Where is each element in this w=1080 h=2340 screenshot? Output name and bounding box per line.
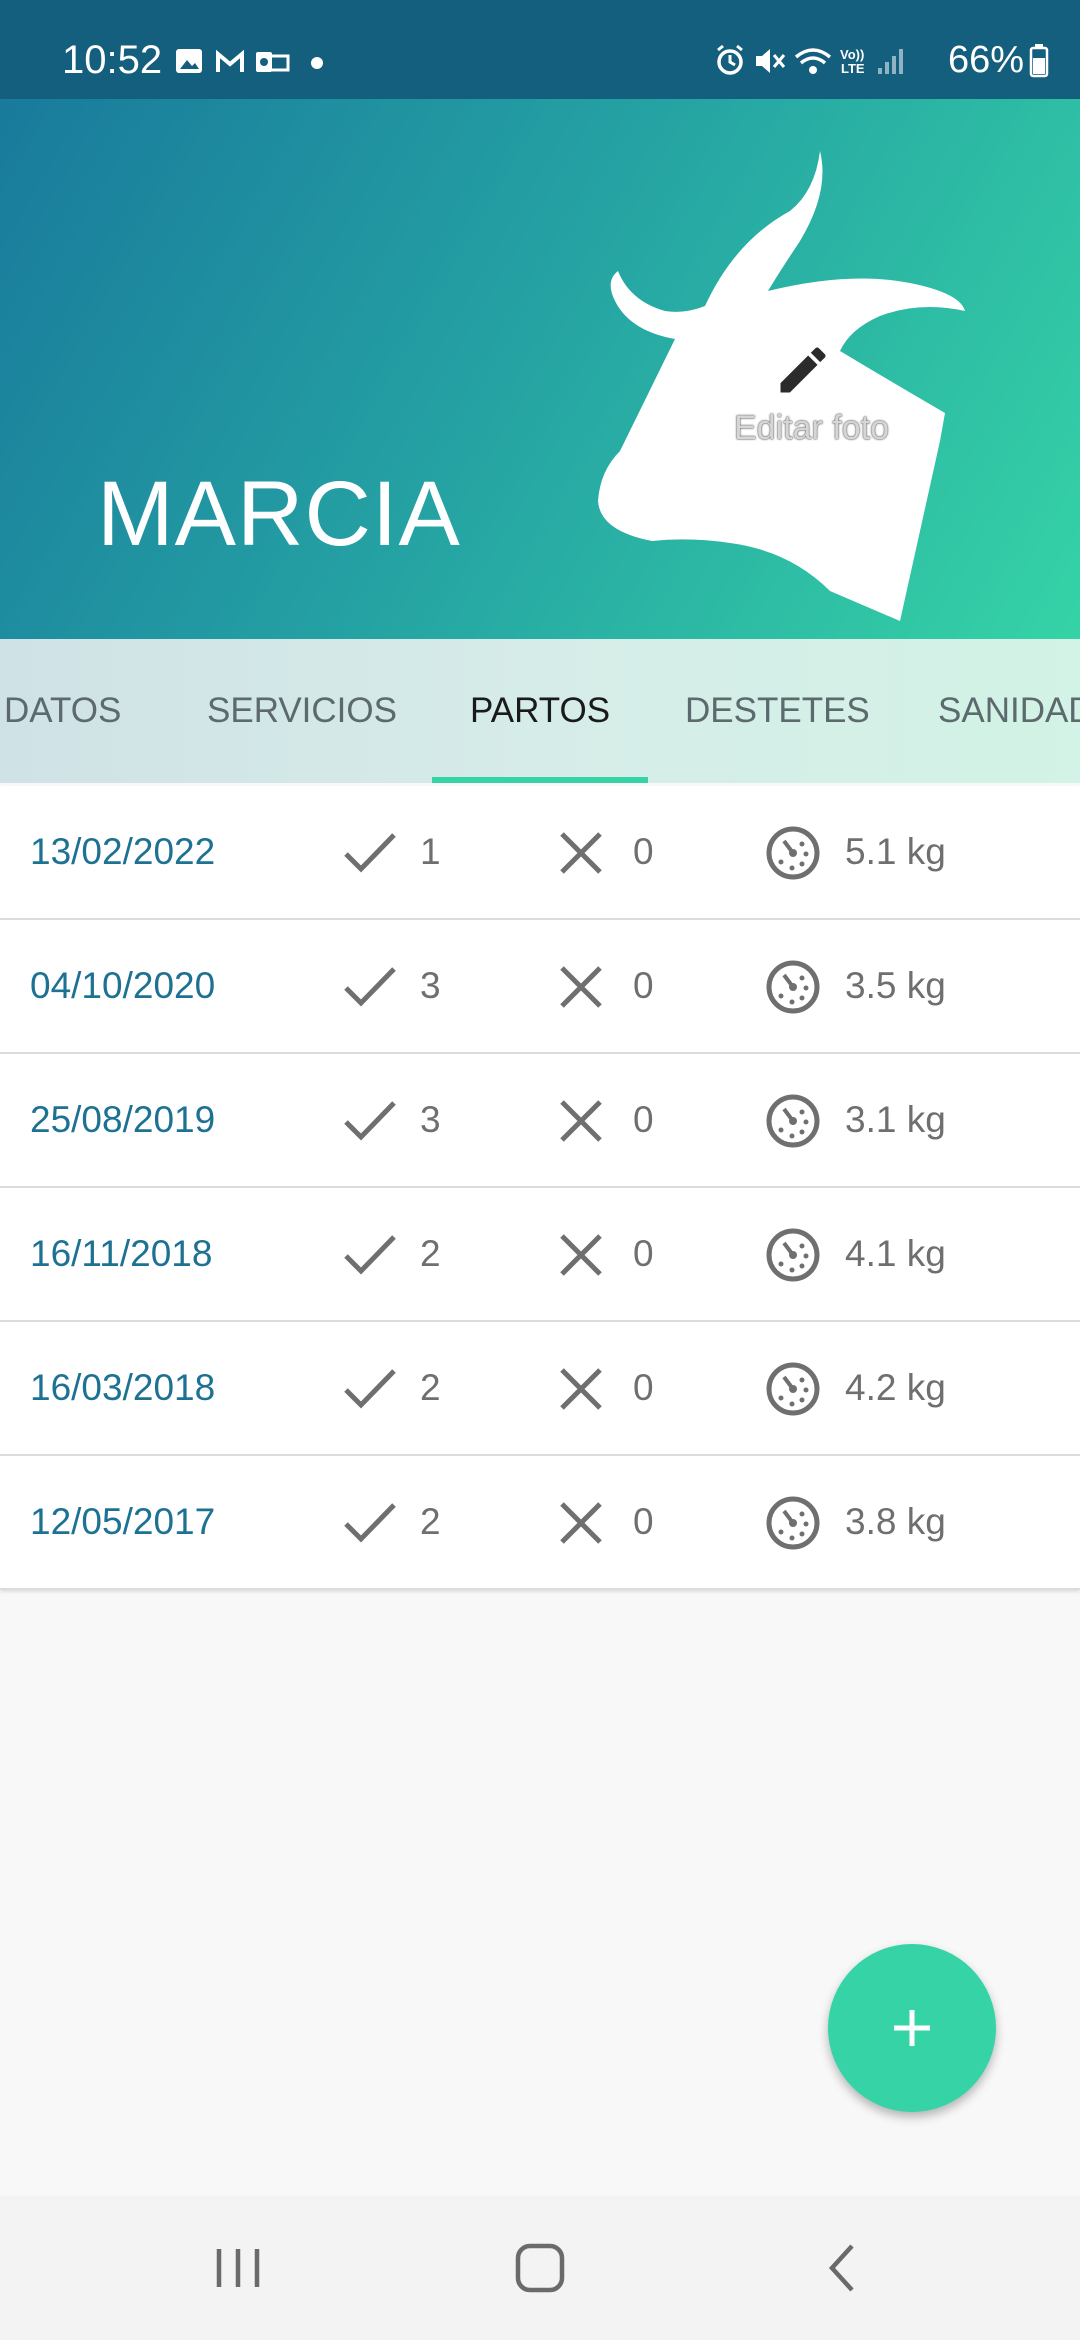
close-icon: [560, 832, 602, 874]
scale-icon: [766, 1362, 820, 1416]
birth-date: 13/02/2022: [30, 831, 216, 872]
back-icon: [828, 2244, 854, 2292]
check-icon: [344, 1503, 396, 1543]
outlook-icon: [256, 52, 290, 72]
birth-weight: 3.1 kg: [845, 1099, 946, 1140]
dead-count: 0: [633, 965, 654, 1006]
scale-icon: [766, 1496, 820, 1550]
edit-photo-icon[interactable]: [773, 340, 833, 400]
back-button[interactable]: [762, 2196, 922, 2340]
scale-icon: [766, 826, 820, 880]
check-icon: [344, 1101, 396, 1141]
status-time: 10:52: [62, 38, 163, 82]
tab-bar: DATOS SERVICIOS PARTOS DESTETES SANIDAD: [0, 639, 1080, 783]
births-list: 13/02/2022 1 0 5.1 kg 04/10/2020 3 0 3.5…: [0, 786, 1080, 1590]
tab-datos[interactable]: DATOS: [4, 639, 121, 783]
scale-icon: [766, 1094, 820, 1148]
tab-servicios[interactable]: SERVICIOS: [207, 639, 397, 783]
dead-count: 0: [633, 1099, 654, 1140]
alive-count: 3: [420, 965, 441, 1006]
list-item[interactable]: 16/11/2018 2 0 4.1 kg: [0, 1188, 1080, 1322]
status-notification-icons: [174, 46, 324, 83]
birth-date: 25/08/2019: [30, 1099, 216, 1140]
dead-count: 0: [633, 1501, 654, 1542]
status-bar: 10:52 Vo)) LTE 66%: [0, 0, 1080, 99]
close-icon: [560, 966, 602, 1008]
check-icon: [344, 1369, 396, 1409]
home-button[interactable]: [460, 2196, 620, 2340]
mute-icon: [755, 49, 786, 73]
check-icon: [344, 833, 396, 873]
home-icon: [515, 2243, 565, 2293]
birth-weight: 3.5 kg: [845, 965, 946, 1006]
scale-icon: [766, 960, 820, 1014]
alarm-icon: [717, 44, 743, 75]
status-system-icons: Vo)) LTE 66%: [712, 36, 1050, 84]
dot-icon: [311, 57, 324, 69]
birth-date: 16/03/2018: [30, 1367, 216, 1408]
dead-count: 0: [633, 1233, 654, 1274]
plus-icon: [894, 2010, 930, 2046]
check-icon: [344, 967, 396, 1007]
dead-count: 0: [633, 1367, 654, 1408]
list-item[interactable]: 13/02/2022 1 0 5.1 kg: [0, 786, 1080, 920]
birth-date: 16/11/2018: [30, 1233, 213, 1274]
tab-partos[interactable]: PARTOS: [470, 639, 610, 783]
active-tab-indicator: [432, 777, 648, 783]
scale-icon: [766, 1228, 820, 1282]
gmail-icon: [216, 49, 244, 72]
image-icon: [176, 49, 202, 73]
alive-count: 3: [420, 1099, 441, 1140]
recent-apps-button[interactable]: [158, 2196, 318, 2340]
list-item[interactable]: 25/08/2019 3 0 3.1 kg: [0, 1054, 1080, 1188]
system-nav-bar: [0, 2196, 1080, 2340]
close-icon: [560, 1502, 602, 1544]
svg-text:LTE: LTE: [841, 61, 865, 76]
add-birth-button[interactable]: [828, 1944, 996, 2112]
birth-date: 04/10/2020: [30, 965, 216, 1006]
tab-sanidad[interactable]: SANIDAD: [938, 639, 1080, 783]
check-icon: [344, 1235, 396, 1275]
birth-date: 12/05/2017: [30, 1501, 216, 1542]
alive-count: 2: [420, 1233, 441, 1274]
list-item[interactable]: 04/10/2020 3 0 3.5 kg: [0, 920, 1080, 1054]
battery-icon: [1029, 44, 1049, 78]
tab-destetes[interactable]: DESTETES: [685, 639, 870, 783]
dead-count: 0: [633, 831, 654, 872]
list-item[interactable]: 12/05/2017 2 0 3.8 kg: [0, 1456, 1080, 1590]
battery-percent: 66%: [947, 38, 1024, 81]
birth-weight: 3.8 kg: [845, 1501, 946, 1542]
birth-weight: 5.1 kg: [845, 831, 946, 872]
volte-icon: Vo)) LTE: [840, 47, 865, 76]
close-icon: [560, 1100, 602, 1142]
close-icon: [560, 1368, 602, 1410]
animal-name: MARCIA: [97, 463, 461, 565]
alive-count: 1: [420, 831, 441, 872]
list-item[interactable]: 16/03/2018 2 0 4.2 kg: [0, 1322, 1080, 1456]
recent-apps-icon: [216, 2249, 260, 2287]
alive-count: 2: [420, 1501, 441, 1542]
close-icon: [560, 1234, 602, 1276]
birth-weight: 4.2 kg: [845, 1367, 946, 1408]
birth-weight: 4.1 kg: [845, 1233, 946, 1274]
svg-text:Vo)): Vo)): [840, 47, 864, 62]
alive-count: 2: [420, 1367, 441, 1408]
signal-icon: [877, 49, 903, 74]
edit-photo-label[interactable]: Editar foto: [724, 409, 899, 448]
wifi-icon: [794, 48, 832, 74]
profile-header: MARCIA Editar foto: [0, 99, 1080, 639]
